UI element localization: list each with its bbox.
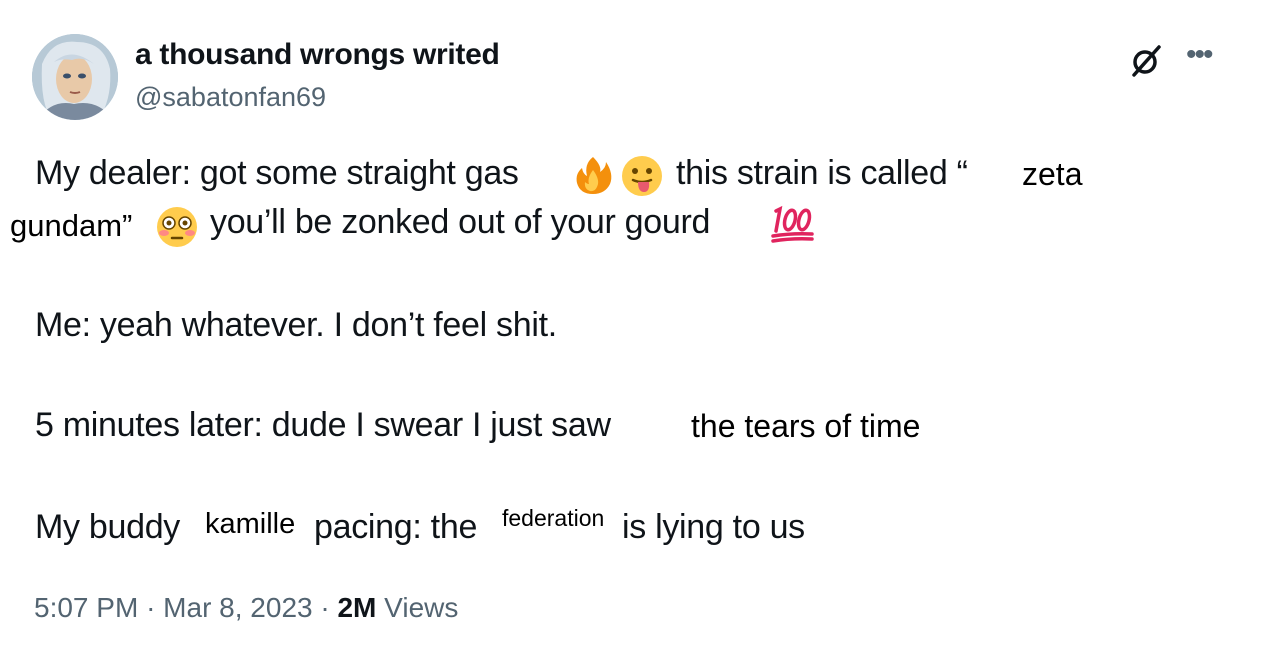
tweet-text-line1-a: My dealer: got some straight gas <box>35 154 519 192</box>
views-label: Views <box>384 592 459 623</box>
more-icon[interactable]: ••• <box>1186 40 1213 70</box>
tongue-emoji-icon <box>622 156 662 196</box>
tweet-time[interactable]: 5:07 PM <box>34 592 138 623</box>
tweet-overlay-kamille: kamille <box>205 508 296 540</box>
tweet-text-line5-b: pacing: the <box>314 508 478 546</box>
author-handle[interactable]: @sabatonfan69 <box>135 82 326 113</box>
tweet-date[interactable]: Mar 8, 2023 <box>163 592 312 623</box>
tweet-overlay-federation: federation <box>502 505 605 531</box>
avatar-image <box>32 34 118 120</box>
tweet-meta: 5:07 PM · Mar 8, 2023 · 2M Views <box>34 592 458 624</box>
grok-icon[interactable] <box>1128 42 1164 78</box>
tweet-overlay-gundam: gundam” <box>10 208 133 243</box>
author-display-name[interactable]: a thousand wrongs writed <box>135 38 500 72</box>
tweet-overlay-zeta: zeta <box>1022 156 1083 192</box>
flushed-emoji-icon <box>157 207 197 247</box>
tweet-text-line2-a: you’ll be zonked out of your gourd <box>210 203 711 241</box>
hundred-emoji-icon <box>771 205 814 243</box>
meta-separator: · <box>146 592 156 623</box>
views-count: 2M <box>337 592 377 623</box>
tweet-text-line4-a: 5 minutes later: dude I swear I just saw <box>35 406 611 444</box>
fire-emoji-icon <box>576 157 612 194</box>
avatar[interactable] <box>32 34 118 120</box>
meta-separator: · <box>320 592 330 623</box>
tweet-overlay-tears-of-time: the tears of time <box>691 408 921 444</box>
tweet-text-line3: Me: yeah whatever. I don’t feel shit. <box>35 306 557 344</box>
tweet-text-line1-b: this strain is called “ <box>676 154 968 192</box>
tweet-text-line5-a: My buddy <box>35 508 181 546</box>
tweet-text-line5-c: is lying to us <box>622 508 805 546</box>
